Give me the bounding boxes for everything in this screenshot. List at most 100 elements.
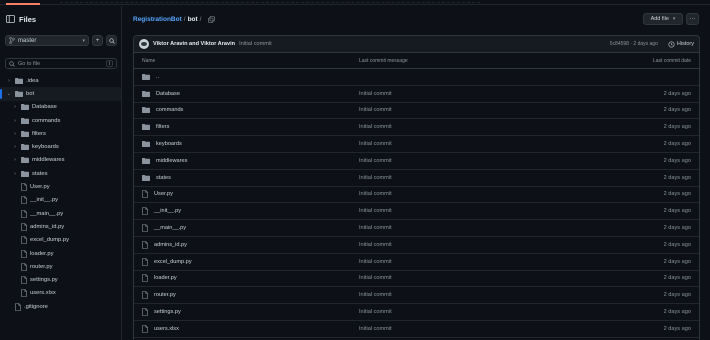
tree-item-user-py[interactable]: User.py — [0, 180, 121, 193]
commit-message-link[interactable]: Initial commit — [359, 91, 594, 97]
table-row[interactable]: loader.py Initial commit 2 days ago — [134, 271, 699, 288]
file-icon — [21, 236, 27, 245]
file-name-link[interactable]: filters — [156, 124, 169, 130]
table-row[interactable]: __init__.py Initial commit 2 days ago — [134, 203, 699, 221]
tree-item-admins-id-py[interactable]: admins_id.py — [0, 220, 121, 233]
breadcrumb-separator: / — [183, 16, 186, 23]
folder-icon — [21, 104, 29, 111]
tree-item-users-xlsx[interactable]: users.xlsx — [0, 287, 121, 300]
tree-item-main-py[interactable]: __main__.py — [0, 207, 121, 220]
file-name-link[interactable]: __init__.py — [154, 208, 181, 214]
table-row[interactable]: filters Initial commit 2 days ago — [134, 119, 699, 137]
tree-item-excel-dump-py[interactable]: excel_dump.py — [0, 234, 121, 247]
commit-meta[interactable]: 5c84598 · 2 days ago — [610, 41, 658, 47]
tree-item-filters[interactable]: › filters — [0, 127, 121, 140]
table-row[interactable]: keyboards Initial commit 2 days ago — [134, 136, 699, 153]
file-icon — [142, 257, 148, 266]
tree-item-database[interactable]: › Database — [0, 101, 121, 114]
tree-item-settings-py[interactable]: settings.py — [0, 273, 121, 286]
table-row[interactable]: excel_dump.py Initial commit 2 days ago — [134, 254, 699, 271]
commit-message-link[interactable]: Initial commit — [359, 124, 594, 130]
avatar[interactable] — [139, 39, 149, 49]
commit-message-link[interactable]: Initial commit — [359, 242, 594, 248]
tree-item-router-py[interactable]: router.py — [0, 260, 121, 273]
commit-message-link[interactable]: Initial commit — [359, 208, 594, 214]
copy-path-icon[interactable] — [208, 16, 216, 23]
tree-item-label: users.xlsx — [30, 290, 56, 297]
file-name-link[interactable]: excel_dump.py — [154, 259, 192, 265]
file-name-link[interactable]: commands — [156, 107, 183, 113]
file-name-link[interactable]: states — [156, 175, 171, 181]
more-options-button[interactable]: ··· — [686, 13, 699, 25]
file-icon — [142, 190, 148, 199]
file-name-link[interactable]: __main__.py — [154, 225, 186, 231]
history-icon — [668, 40, 675, 48]
tree-item-bot[interactable]: ⌄ bot — [0, 87, 121, 101]
branch-selector[interactable]: master ▾ — [5, 35, 89, 46]
commit-message-link[interactable]: Initial commit — [359, 326, 594, 332]
table-row[interactable]: __main__.py Initial commit 2 days ago — [134, 220, 699, 237]
file-name-link[interactable]: keyboards — [156, 141, 182, 147]
file-icon — [21, 223, 27, 231]
tree-item-states[interactable]: › states — [0, 167, 121, 180]
file-name-link[interactable]: loader.py — [154, 275, 177, 281]
commit-message-link[interactable]: Initial commit — [359, 259, 594, 265]
commit-message-link[interactable]: Initial commit — [359, 275, 594, 281]
table-row[interactable]: settings.py Initial commit 2 days ago — [134, 304, 699, 321]
table-row[interactable]: states Initial commit 2 days ago — [134, 170, 699, 187]
tree-item-loader-py[interactable]: loader.py — [0, 247, 121, 260]
commit-message-link[interactable]: Initial commit — [359, 191, 594, 197]
folder-icon — [15, 77, 23, 84]
file-name-link[interactable]: Database — [156, 91, 180, 97]
file-name-link[interactable]: middlewares — [156, 158, 187, 164]
commit-message-link[interactable]: Initial commit — [359, 158, 594, 164]
tree-item-idea[interactable]: › .idea — [0, 74, 121, 87]
breadcrumb-repo-link[interactable]: RegistrationBot — [133, 16, 182, 23]
table-row[interactable]: middlewares Initial commit 2 days ago — [134, 153, 699, 170]
commit-date: 2 days ago — [663, 241, 691, 248]
tree-item-label: commands — [32, 117, 61, 124]
history-label: History — [676, 41, 694, 47]
commit-date: 2 days ago — [663, 141, 691, 148]
file-name-link[interactable]: settings.py — [154, 309, 181, 315]
file-name-link[interactable]: User.py — [154, 191, 173, 197]
sidebar-panel-icon[interactable] — [6, 15, 15, 23]
add-file-sidebar-button[interactable]: + — [92, 35, 103, 46]
commit-date: 2 days ago — [663, 124, 691, 131]
tree-item-init-py[interactable]: __init__.py — [0, 194, 121, 207]
tree-item-keyboards[interactable]: › keyboards — [0, 140, 121, 153]
table-row[interactable]: admins_id.py Initial commit 2 days ago — [134, 237, 699, 254]
search-button[interactable] — [106, 35, 117, 46]
tree-item-gitignore[interactable]: .gitignore — [0, 300, 121, 313]
history-button[interactable]: History — [668, 40, 694, 48]
table-row[interactable]: users.xlsx Initial commit 2 days ago — [134, 321, 699, 338]
commit-message-link[interactable]: Initial commit — [359, 225, 594, 231]
file-icon — [21, 196, 27, 205]
commit-message-link[interactable]: Initial commit — [359, 175, 594, 181]
add-file-button[interactable]: Add file ▾ — [643, 13, 683, 25]
parent-directory-row[interactable]: .. — [134, 69, 699, 86]
file-name-link[interactable]: router.py — [154, 292, 176, 298]
commit-authors[interactable]: Viktor Aravin and Viktor Aravin — [153, 41, 235, 47]
file-name-link[interactable]: admins_id.py — [154, 242, 187, 248]
table-row[interactable]: router.py Initial commit 2 days ago — [134, 287, 699, 305]
table-row[interactable]: User.py Initial commit 2 days ago — [134, 187, 699, 204]
go-to-file-input[interactable]: Go to file t — [5, 58, 117, 69]
tree-item-label: keyboards — [32, 144, 59, 151]
file-name-link[interactable]: users.xlsx — [154, 326, 179, 332]
file-name-cell: states — [134, 174, 359, 181]
commit-date: 2 days ago — [663, 275, 691, 282]
tree-item-middlewares[interactable]: › middlewares — [0, 154, 121, 167]
branch-name: master — [18, 37, 37, 44]
commit-message-link[interactable]: Initial commit — [359, 292, 594, 298]
commit-message-link[interactable]: Initial commit — [359, 141, 594, 147]
file-icon — [21, 183, 27, 191]
commit-message[interactable]: Initial commit — [239, 41, 272, 47]
commit-message-link[interactable]: Initial commit — [359, 107, 594, 113]
tree-item-commands[interactable]: › commands — [0, 114, 121, 127]
file-listing-panel: Viktor Aravin and Viktor Aravin Initial … — [133, 35, 700, 340]
table-row[interactable]: Database Initial commit 2 days ago — [134, 86, 699, 103]
commit-message-link[interactable]: Initial commit — [359, 309, 594, 315]
table-row[interactable]: commands Initial commit 2 days ago — [134, 103, 699, 120]
file-icon — [21, 209, 27, 218]
